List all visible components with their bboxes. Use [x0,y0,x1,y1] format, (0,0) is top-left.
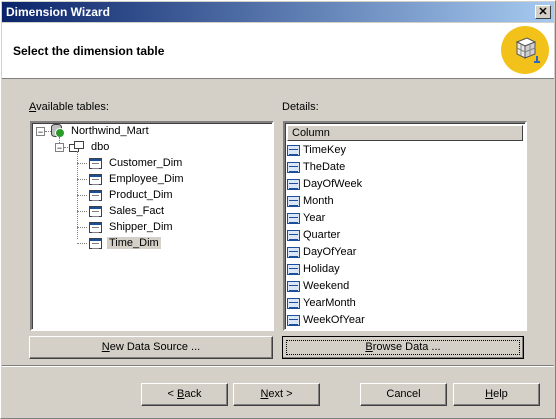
new-data-source-button[interactable]: New Data Source ... [29,336,273,359]
column-item[interactable]: Quarter [287,227,340,244]
column-item[interactable]: Year [287,210,325,227]
column-icon [287,144,300,156]
table-icon [89,237,102,249]
tree-node-table[interactable]: Product_Dim [89,187,175,203]
page-title: Select the dimension table [13,44,165,58]
column-item[interactable]: TimeKey [287,142,346,159]
cancel-button[interactable]: Cancel [360,383,447,406]
back-button[interactable]: < Back [141,383,228,406]
column-icon [287,297,300,309]
tree-node-table[interactable]: Sales_Fact [89,203,166,219]
window-title: Dimension Wizard [6,5,110,19]
available-tables-tree[interactable]: − Northwind_Mart − dbo Customer_Dim Empl… [30,121,274,331]
dimension-wizard-window: Dimension Wizard ✕ Select the dimension … [0,0,556,419]
column-item[interactable]: DayOfYear [287,244,356,261]
column-item[interactable]: WeekOfYear [287,312,365,329]
column-item[interactable]: Holiday [287,261,340,278]
table-icon [89,205,102,217]
wizard-header: Select the dimension table [2,23,554,79]
tree-node-schema[interactable]: dbo [69,139,111,155]
available-tables-label: Available tables: [29,101,109,113]
table-icon [89,189,102,201]
next-button[interactable]: Next > [233,383,320,406]
column-icon [287,280,300,292]
close-button[interactable]: ✕ [535,5,551,19]
table-icon [89,221,102,233]
column-icon [287,178,300,190]
title-bar[interactable]: Dimension Wizard ✕ [2,2,554,22]
column-item[interactable]: Month [287,193,334,210]
column-icon [287,314,300,326]
column-icon [287,263,300,275]
column-header[interactable]: Column [287,125,523,141]
tree-node-database[interactable]: Northwind_Mart [51,123,151,139]
footer-divider [2,365,554,367]
cube-wizard-icon [501,26,549,74]
column-item[interactable]: YearMonth [287,295,356,312]
browse-data-button[interactable]: Browse Data ... [282,336,524,359]
tree-node-table[interactable]: Shipper_Dim [89,219,175,235]
collapse-root-toggle[interactable]: − [36,127,45,137]
column-icon [287,246,300,258]
tree-node-table[interactable]: Employee_Dim [89,171,186,187]
details-label: Details: [282,101,319,113]
tree-node-table[interactable]: Customer_Dim [89,155,184,171]
column-item[interactable]: TheDate [287,159,345,176]
column-item[interactable]: DayOfWeek [287,176,362,193]
details-column-list[interactable]: Column TimeKey TheDate DayOfWeek Month Y… [283,121,527,331]
column-icon [287,212,300,224]
tree-node-table-selected[interactable]: Time_Dim [89,235,161,251]
help-button[interactable]: Help [453,383,540,406]
collapse-schema-toggle[interactable]: − [55,143,64,153]
column-icon [287,161,300,173]
column-item[interactable]: Weekend [287,278,349,295]
column-icon [287,195,300,207]
database-icon [51,124,65,139]
table-icon [89,157,102,169]
column-icon [287,229,300,241]
table-icon [89,173,102,185]
